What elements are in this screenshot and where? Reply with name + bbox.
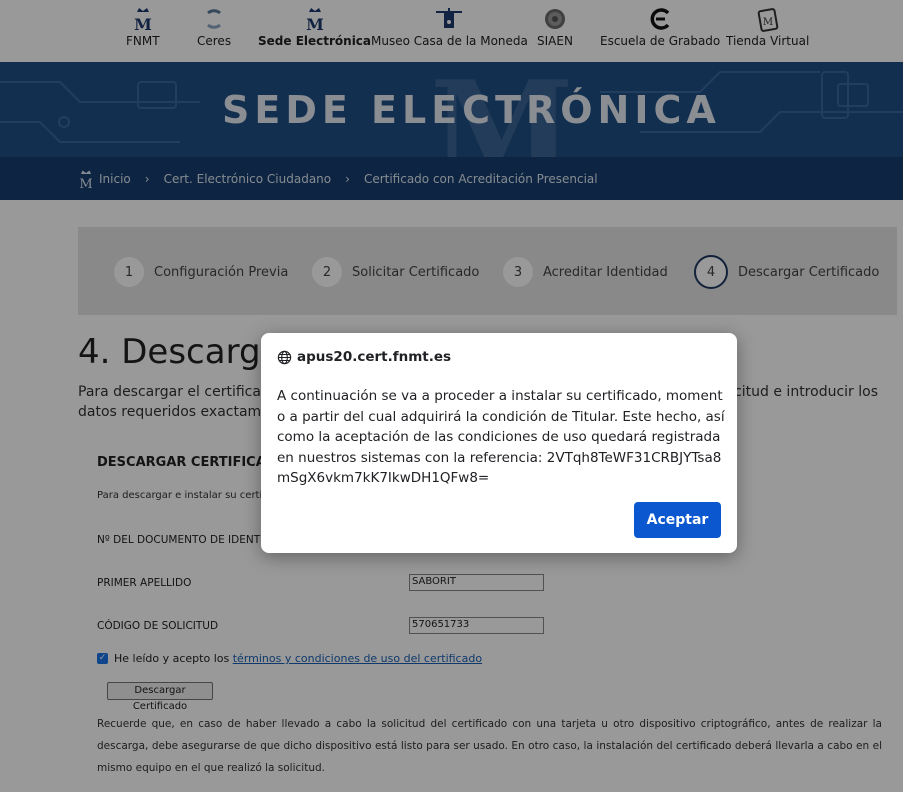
dialog-origin: apus20.cert.fnmt.es: [277, 349, 451, 365]
dialog-message: A continuación se va a proceder a instal…: [277, 388, 725, 486]
globe-icon: [277, 350, 292, 364]
confirm-dialog: apus20.cert.fnmt.es A continuación se va…: [261, 333, 737, 553]
accept-button[interactable]: Aceptar: [634, 502, 721, 538]
dialog-origin-text: apus20.cert.fnmt.es: [297, 349, 452, 365]
